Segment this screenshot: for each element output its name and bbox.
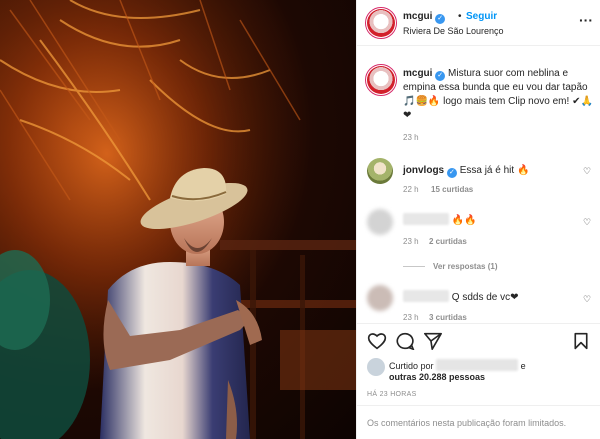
view-replies-link[interactable]: Ver respostas (1) xyxy=(433,262,497,271)
comment-time[interactable]: 23 h xyxy=(403,237,419,246)
comment-icon[interactable] xyxy=(395,332,415,350)
share-icon[interactable] xyxy=(423,332,443,350)
like-icon[interactable] xyxy=(367,332,387,350)
heart-icon[interactable]: ♡ xyxy=(583,166,591,177)
comment-avatar[interactable] xyxy=(367,158,393,184)
story-ring xyxy=(365,64,397,96)
heart-icon[interactable]: ♡ xyxy=(583,217,591,228)
liked-by-line: Curtido por e xyxy=(389,359,526,371)
photo-illustration xyxy=(0,0,356,439)
author-username-row[interactable]: mcgui ✓ xyxy=(403,11,446,24)
verified-icon: ✓ xyxy=(435,71,446,81)
comment-likes[interactable]: 3 curtidas xyxy=(429,313,467,322)
comments-limited-notice: Os comentários nesta publicação foram li… xyxy=(357,405,600,439)
post-header: mcgui ✓ • Seguir Riviera De São Lourenço… xyxy=(357,0,600,46)
story-ring xyxy=(365,7,397,39)
caption-username[interactable]: mcgui xyxy=(403,68,432,79)
verified-icon: ✓ xyxy=(435,14,446,24)
author-username[interactable]: mcgui xyxy=(403,11,432,22)
author-avatar[interactable] xyxy=(365,7,397,39)
comment-time[interactable]: 22 h xyxy=(403,185,419,194)
hidden-username[interactable] xyxy=(403,290,449,302)
hidden-username[interactable] xyxy=(403,213,449,225)
post-caption: mcgui ✓ Mistura suor com neblina e empin… xyxy=(403,67,593,123)
save-icon[interactable] xyxy=(573,332,589,350)
comment-avatar[interactable] xyxy=(367,209,393,235)
comment-time[interactable]: 23 h xyxy=(403,313,419,322)
liked-by-and: e xyxy=(520,361,526,371)
hidden-liker-name[interactable] xyxy=(436,359,519,371)
caption-author-avatar[interactable] xyxy=(365,64,397,96)
replies-line xyxy=(403,266,425,267)
comment-1: jonvlogs ✓ Essa já é hit 🔥 xyxy=(403,165,529,178)
comment-avatar[interactable] xyxy=(367,285,393,311)
comment-text: Essa já é hit 🔥 xyxy=(459,165,530,176)
post-details-panel: mcgui ✓ • Seguir Riviera De São Lourenço… xyxy=(356,0,600,439)
liker-avatar[interactable] xyxy=(367,358,385,376)
heart-icon[interactable]: ♡ xyxy=(583,294,591,305)
instagram-post-view: mcgui ✓ • Seguir Riviera De São Lourenço… xyxy=(0,0,600,439)
caption-text: Mistura suor com neblina e empina essa b… xyxy=(403,68,593,121)
comment-likes[interactable]: 15 curtidas xyxy=(431,185,473,194)
verified-icon: ✓ xyxy=(446,168,457,178)
likes-count-link[interactable]: outras 20.288 pessoas xyxy=(389,372,485,382)
follow-button[interactable]: Seguir xyxy=(466,11,497,22)
comment-2: 🔥🔥 xyxy=(403,213,477,226)
caption-time[interactable]: 23 h xyxy=(403,133,419,142)
comment-text: 🔥🔥 xyxy=(451,215,477,226)
comment-text: Q sdds de vc❤ xyxy=(451,292,519,303)
separator-dot: • xyxy=(458,11,462,22)
more-options-icon[interactable]: ··· xyxy=(579,12,593,28)
comment-3: Q sdds de vc❤ xyxy=(403,290,519,303)
post-location[interactable]: Riviera De São Lourenço xyxy=(403,26,504,36)
liked-by-prefix: Curtido por xyxy=(389,361,434,371)
post-timestamp[interactable]: HÁ 23 HORAS xyxy=(367,391,417,398)
comment-username[interactable]: jonvlogs xyxy=(403,165,444,176)
post-photo[interactable] xyxy=(0,0,356,439)
comment-likes[interactable]: 2 curtidas xyxy=(429,237,467,246)
comments-limited-text: Os comentários nesta publicação foram li… xyxy=(367,418,567,428)
